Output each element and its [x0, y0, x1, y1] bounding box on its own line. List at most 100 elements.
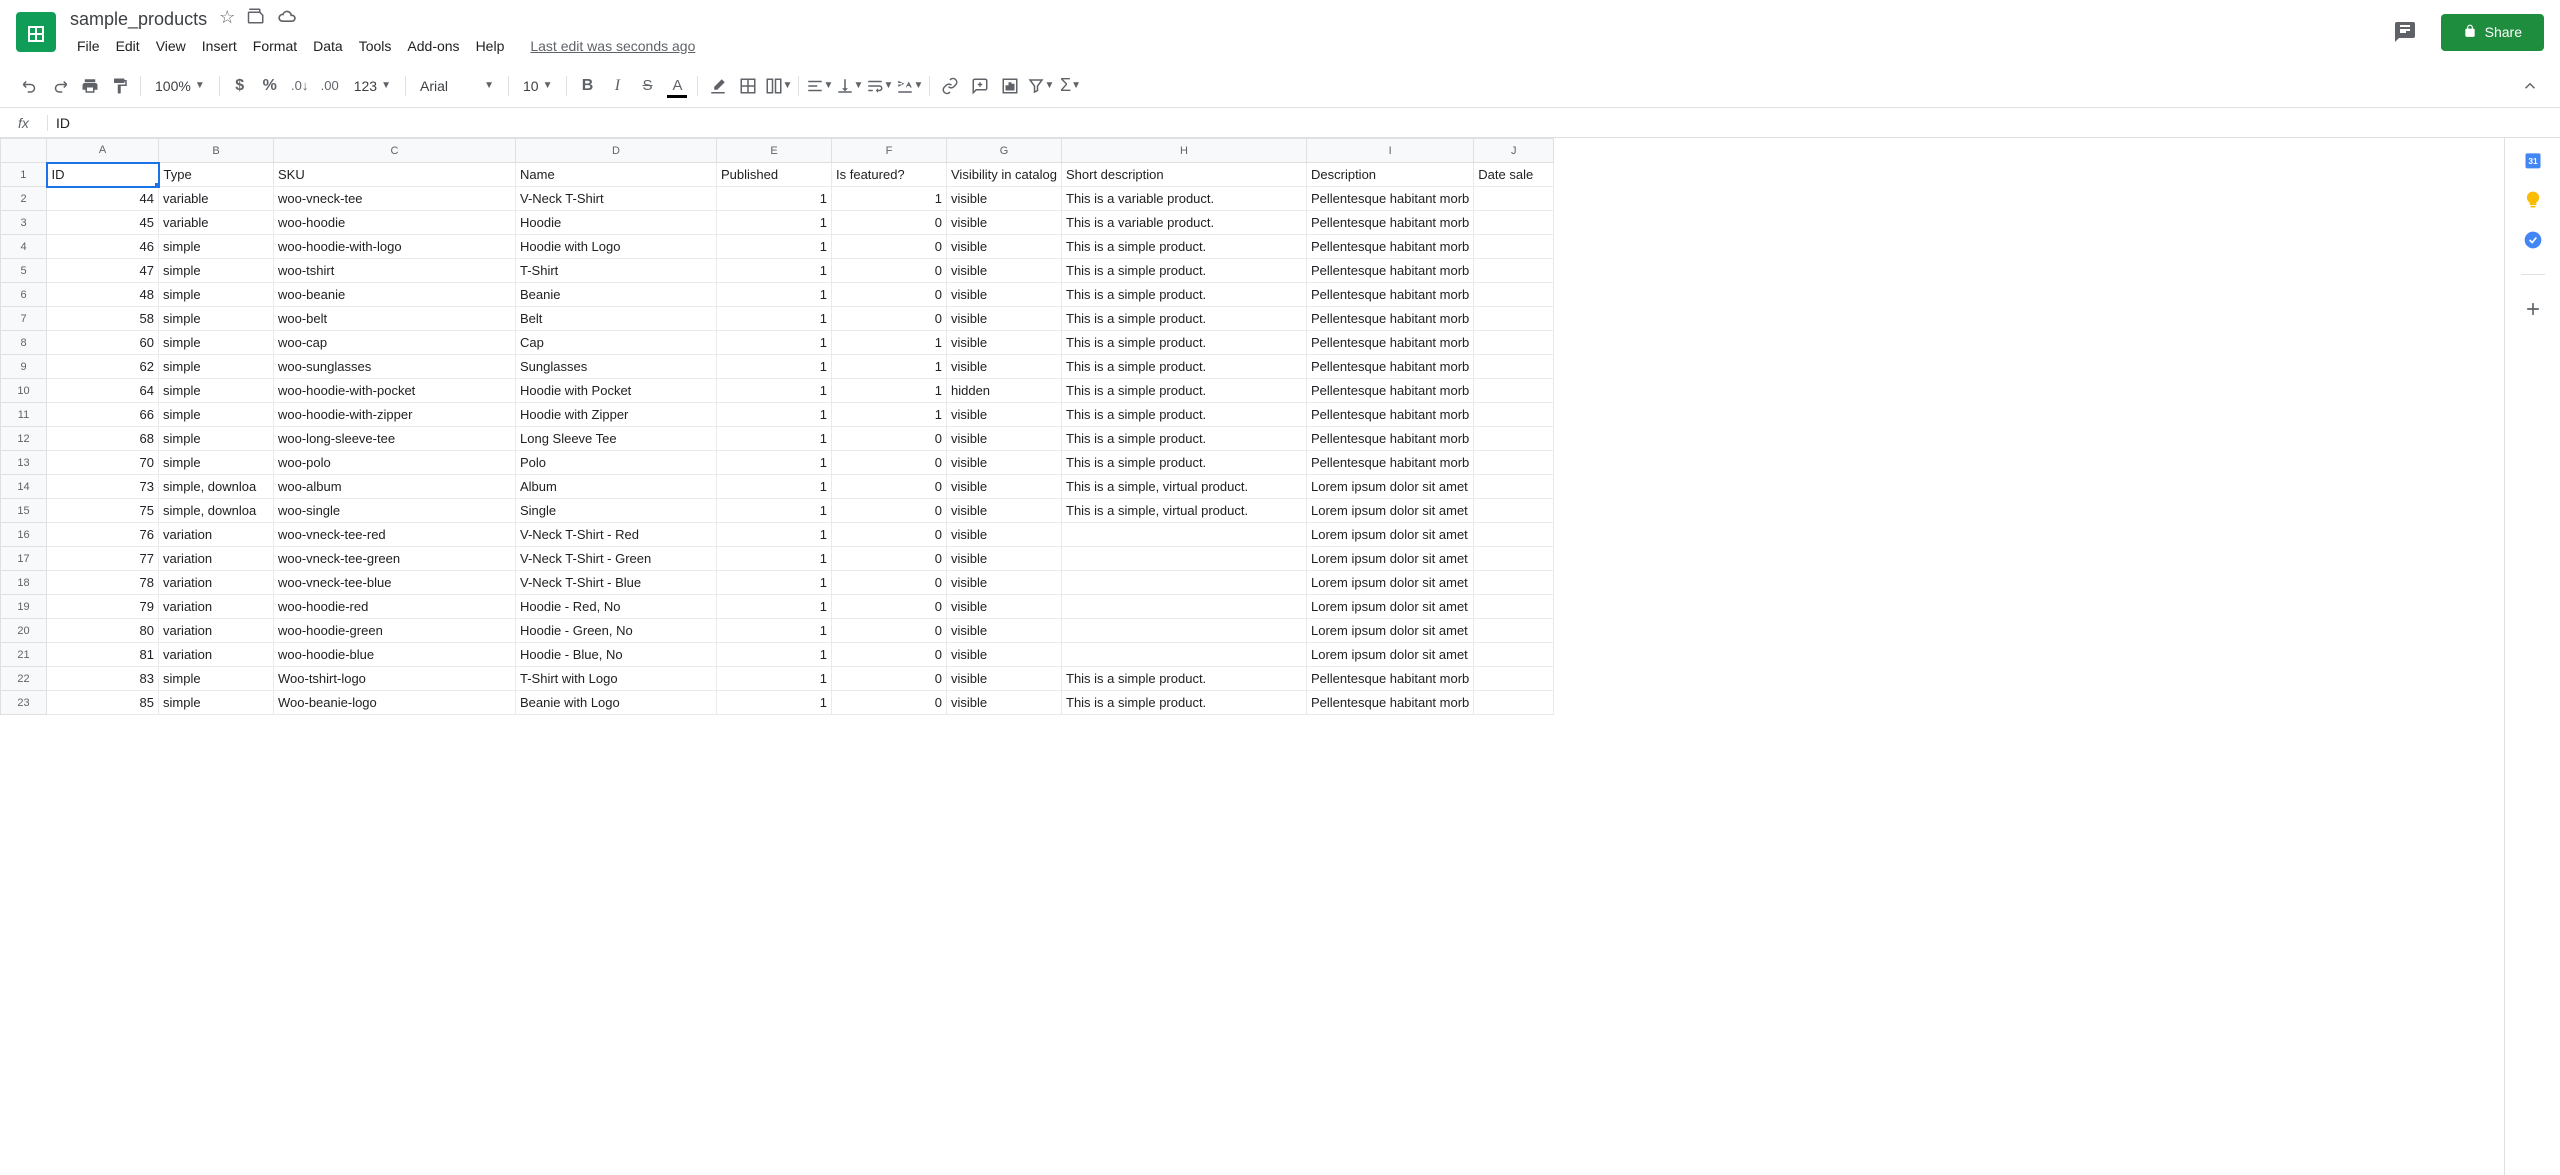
row-header-17[interactable]: 17 [1, 547, 47, 571]
cell-F13[interactable]: 0 [832, 451, 947, 475]
cell-C13[interactable]: woo-polo [274, 451, 516, 475]
undo-button[interactable] [16, 72, 44, 100]
cell-F3[interactable]: 0 [832, 211, 947, 235]
cell-A9[interactable]: 62 [47, 355, 159, 379]
strikethrough-button[interactable]: S [633, 72, 661, 100]
cell-I4[interactable]: Pellentesque habitant morb [1307, 235, 1474, 259]
horizontal-align-button[interactable]: ▼ [805, 72, 833, 100]
redo-button[interactable] [46, 72, 74, 100]
cell-D5[interactable]: T-Shirt [516, 259, 717, 283]
cell-H7[interactable]: This is a simple product. [1062, 307, 1307, 331]
cell-J21[interactable] [1474, 643, 1554, 667]
cell-G7[interactable]: visible [947, 307, 1062, 331]
cell-F11[interactable]: 1 [832, 403, 947, 427]
cell-J16[interactable] [1474, 523, 1554, 547]
cell-J19[interactable] [1474, 595, 1554, 619]
currency-button[interactable]: $ [226, 72, 254, 100]
cell-C6[interactable]: woo-beanie [274, 283, 516, 307]
cell-G21[interactable]: visible [947, 643, 1062, 667]
zoom-select[interactable]: 100% ▼ [147, 74, 213, 98]
cell-I17[interactable]: Lorem ipsum dolor sit amet [1307, 547, 1474, 571]
cell-E4[interactable]: 1 [717, 235, 832, 259]
italic-button[interactable]: I [603, 72, 631, 100]
cell-B5[interactable]: simple [159, 259, 274, 283]
cell-B23[interactable]: simple [159, 691, 274, 715]
cell-I5[interactable]: Pellentesque habitant morb [1307, 259, 1474, 283]
cell-G19[interactable]: visible [947, 595, 1062, 619]
cell-A8[interactable]: 60 [47, 331, 159, 355]
cell-G16[interactable]: visible [947, 523, 1062, 547]
row-header-13[interactable]: 13 [1, 451, 47, 475]
cell-C12[interactable]: woo-long-sleeve-tee [274, 427, 516, 451]
cell-G2[interactable]: visible [947, 187, 1062, 211]
text-rotation-button[interactable]: ▼ [895, 72, 923, 100]
cell-J20[interactable] [1474, 619, 1554, 643]
menu-insert[interactable]: Insert [195, 34, 244, 58]
cell-E2[interactable]: 1 [717, 187, 832, 211]
cell-B22[interactable]: simple [159, 667, 274, 691]
select-all-corner[interactable] [1, 139, 47, 163]
cell-D10[interactable]: Hoodie with Pocket [516, 379, 717, 403]
cell-B14[interactable]: simple, downloa [159, 475, 274, 499]
cell-A12[interactable]: 68 [47, 427, 159, 451]
cell-D11[interactable]: Hoodie with Zipper [516, 403, 717, 427]
cell-B11[interactable]: simple [159, 403, 274, 427]
spreadsheet-grid[interactable]: ABCDEFGHIJ1IDTypeSKUNamePublishedIs feat… [0, 138, 2504, 1175]
cell-B18[interactable]: variation [159, 571, 274, 595]
cell-F14[interactable]: 0 [832, 475, 947, 499]
cell-A22[interactable]: 83 [47, 667, 159, 691]
cell-B7[interactable]: simple [159, 307, 274, 331]
cell-F9[interactable]: 1 [832, 355, 947, 379]
cell-I20[interactable]: Lorem ipsum dolor sit amet [1307, 619, 1474, 643]
cell-B12[interactable]: simple [159, 427, 274, 451]
cell-G14[interactable]: visible [947, 475, 1062, 499]
cell-C17[interactable]: woo-vneck-tee-green [274, 547, 516, 571]
column-header-C[interactable]: C [274, 139, 516, 163]
cell-F12[interactable]: 0 [832, 427, 947, 451]
cell-J5[interactable] [1474, 259, 1554, 283]
cell-J11[interactable] [1474, 403, 1554, 427]
cell-H8[interactable]: This is a simple product. [1062, 331, 1307, 355]
row-header-7[interactable]: 7 [1, 307, 47, 331]
cell-H2[interactable]: This is a variable product. [1062, 187, 1307, 211]
cell-H6[interactable]: This is a simple product. [1062, 283, 1307, 307]
share-button[interactable]: Share [2441, 14, 2544, 51]
sheets-logo-icon[interactable] [16, 12, 56, 52]
row-header-10[interactable]: 10 [1, 379, 47, 403]
cell-G22[interactable]: visible [947, 667, 1062, 691]
cell-F23[interactable]: 0 [832, 691, 947, 715]
cell-A5[interactable]: 47 [47, 259, 159, 283]
cell-G10[interactable]: hidden [947, 379, 1062, 403]
functions-button[interactable]: Σ▼ [1056, 72, 1084, 100]
star-icon[interactable]: ☆ [219, 7, 235, 32]
cell-H1[interactable]: Short description [1062, 163, 1307, 187]
cell-G9[interactable]: visible [947, 355, 1062, 379]
cell-B2[interactable]: variable [159, 187, 274, 211]
cell-I8[interactable]: Pellentesque habitant morb [1307, 331, 1474, 355]
cell-H4[interactable]: This is a simple product. [1062, 235, 1307, 259]
cell-I16[interactable]: Lorem ipsum dolor sit amet [1307, 523, 1474, 547]
cell-E8[interactable]: 1 [717, 331, 832, 355]
insert-chart-button[interactable] [996, 72, 1024, 100]
row-header-15[interactable]: 15 [1, 499, 47, 523]
cell-H19[interactable] [1062, 595, 1307, 619]
cell-J13[interactable] [1474, 451, 1554, 475]
last-edit-link[interactable]: Last edit was seconds ago [523, 34, 702, 58]
row-header-20[interactable]: 20 [1, 619, 47, 643]
cell-A17[interactable]: 77 [47, 547, 159, 571]
cell-F1[interactable]: Is featured? [832, 163, 947, 187]
column-header-I[interactable]: I [1307, 139, 1474, 163]
row-header-22[interactable]: 22 [1, 667, 47, 691]
cell-E11[interactable]: 1 [717, 403, 832, 427]
cell-I23[interactable]: Pellentesque habitant morb [1307, 691, 1474, 715]
cell-C1[interactable]: SKU [274, 163, 516, 187]
column-header-E[interactable]: E [717, 139, 832, 163]
cell-B20[interactable]: variation [159, 619, 274, 643]
cell-D4[interactable]: Hoodie with Logo [516, 235, 717, 259]
cell-A15[interactable]: 75 [47, 499, 159, 523]
cell-E16[interactable]: 1 [717, 523, 832, 547]
cell-D9[interactable]: Sunglasses [516, 355, 717, 379]
cell-I14[interactable]: Lorem ipsum dolor sit amet [1307, 475, 1474, 499]
cell-I10[interactable]: Pellentesque habitant morb [1307, 379, 1474, 403]
cell-G8[interactable]: visible [947, 331, 1062, 355]
